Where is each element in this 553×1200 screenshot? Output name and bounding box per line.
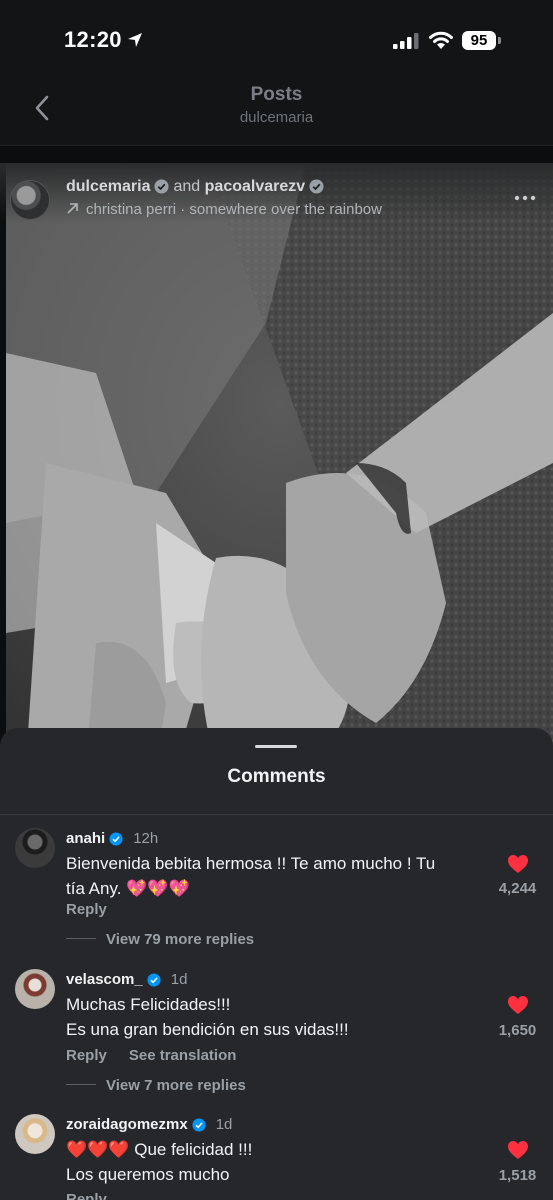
see-translation-button[interactable]: See translation	[129, 1047, 237, 1064]
like-count: 1,518	[498, 1167, 537, 1184]
screen: 12:20 95 Posts dulcemaria dulcemaria and…	[0, 0, 553, 1200]
heart-icon[interactable]	[507, 995, 529, 1015]
comment-text: Muchas Felicidades!!! Es una gran bendic…	[66, 992, 476, 1042]
comment-line: tía Any. 💖💖💖	[66, 879, 190, 898]
comment-username[interactable]: velascom_ 1d	[66, 971, 187, 988]
post-authors: dulcemaria and pacoalvarezv	[66, 178, 328, 196]
status-time: 12:20	[64, 27, 122, 52]
reply-button[interactable]: Reply See translation	[66, 1047, 236, 1064]
view-more-label[interactable]: View 7 more replies	[106, 1077, 246, 1094]
username-text[interactable]: zoraidagomezmx	[66, 1116, 188, 1133]
comment-line: ❤️❤️❤️ Que felicidad !!!	[66, 1140, 253, 1159]
comment-line: Bienvenida bebita hermosa !! Te amo much…	[66, 854, 436, 873]
username-text[interactable]: velascom_	[66, 971, 143, 988]
comment-time: 12h	[133, 830, 159, 847]
verified-badge-icon	[309, 179, 324, 194]
replies-line	[66, 1084, 96, 1085]
view-more-label[interactable]: View 79 more replies	[106, 931, 254, 948]
audio-attribution[interactable]: christina perri · somewhere over the rai…	[66, 201, 382, 218]
more-options-icon[interactable]	[514, 195, 536, 201]
comment-line: Los queremos mucho	[66, 1165, 230, 1184]
comment-line: Es una gran bendición en sus vidas!!!	[66, 1020, 349, 1039]
like-count: 4,244	[498, 880, 537, 897]
audio-arrow-icon	[67, 203, 78, 214]
replies-line	[66, 938, 96, 939]
like-count: 1,650	[498, 1022, 537, 1039]
comment-time: 1d	[170, 971, 188, 988]
verified-badge-icon	[109, 832, 123, 846]
heart-icon[interactable]	[507, 854, 529, 874]
post-author-2[interactable]: pacoalvarezv	[205, 178, 306, 195]
verified-badge-icon	[147, 973, 161, 987]
post-author-avatar[interactable]	[10, 180, 50, 220]
avatar[interactable]	[15, 828, 55, 868]
avatar[interactable]	[15, 1114, 55, 1154]
comment-time: 1d	[215, 1116, 233, 1133]
signal-icon	[393, 33, 419, 49]
comment-text: Bienvenida bebita hermosa !! Te amo much…	[66, 851, 476, 901]
battery-icon: 95	[462, 31, 496, 50]
post-photo[interactable]	[6, 163, 553, 763]
divider	[0, 814, 553, 815]
verified-badge-icon	[154, 179, 170, 194]
heart-icon[interactable]	[507, 1140, 529, 1160]
post-author-1[interactable]: dulcemaria	[66, 178, 150, 195]
comment-line: Muchas Felicidades!!!	[66, 995, 231, 1014]
comment-text: ❤️❤️❤️ Que felicidad !!! Los queremos mu…	[66, 1137, 476, 1187]
view-more-replies[interactable]: View 79 more replies	[66, 931, 254, 948]
avatar[interactable]	[15, 969, 55, 1009]
reply-label[interactable]: Reply	[66, 1047, 107, 1064]
comments-sheet: Comments anahi 12h Bienvenida bebita herm…	[0, 728, 553, 1200]
wifi-icon	[429, 31, 453, 49]
page-subtitle[interactable]: dulcemaria	[0, 109, 553, 126]
and-text: and	[173, 178, 201, 195]
username-text[interactable]: anahi	[66, 830, 105, 847]
view-more-replies[interactable]: View 7 more replies	[66, 1077, 246, 1094]
post	[0, 146, 553, 766]
comment-username[interactable]: zoraidagomezmx 1d	[66, 1116, 232, 1133]
reply-button[interactable]: Reply	[66, 1191, 107, 1200]
reply-label[interactable]: Reply	[66, 901, 107, 918]
status-bar: 12:20 95	[0, 0, 553, 75]
reply-label[interactable]: Reply	[66, 1191, 107, 1200]
header: Posts dulcemaria	[0, 75, 553, 146]
comment-username[interactable]: anahi 12h	[66, 830, 158, 847]
location-arrow-icon	[128, 33, 142, 47]
page-title: Posts	[250, 84, 303, 105]
sheet-grabber[interactable]	[255, 745, 297, 748]
reply-button[interactable]: Reply	[66, 901, 107, 918]
battery-nub	[498, 37, 501, 44]
comments-title: Comments	[227, 766, 326, 787]
audio-text: christina perri · somewhere over the rai…	[86, 201, 382, 218]
verified-badge-icon	[192, 1118, 206, 1132]
